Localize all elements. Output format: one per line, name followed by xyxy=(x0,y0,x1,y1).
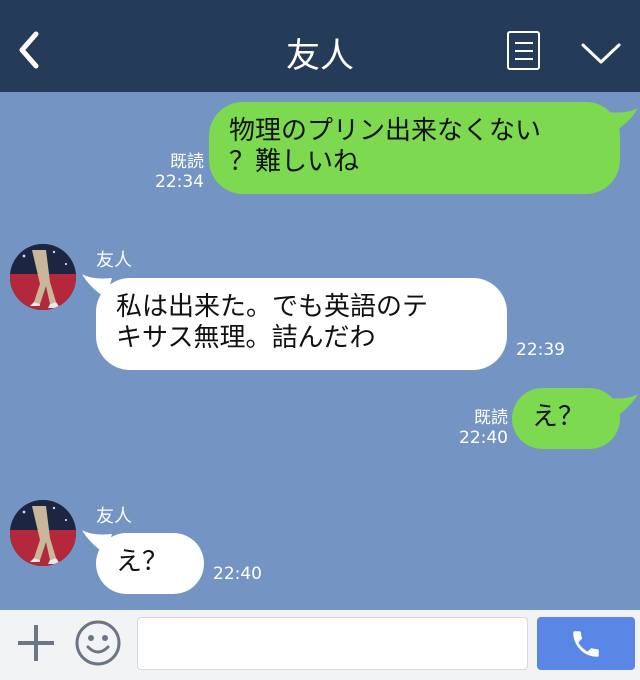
chat-title: 友人 xyxy=(286,36,354,76)
message-time: 22:40 xyxy=(213,564,262,584)
avatar-image xyxy=(10,500,76,566)
plus-icon[interactable] xyxy=(16,623,56,663)
bubble-tail xyxy=(606,394,638,418)
message-input[interactable] xyxy=(137,617,528,670)
sender-name: 友人 xyxy=(96,250,132,271)
avatar[interactable] xyxy=(10,500,76,566)
phone-icon xyxy=(573,631,599,657)
chat-header: 友人 xyxy=(0,0,640,92)
document-icon[interactable] xyxy=(507,31,540,70)
message-time: 22:40 xyxy=(459,428,508,448)
avatar[interactable] xyxy=(10,244,76,310)
message-bubble-incoming[interactable]: 私は出来た。でも英語のテ キサス無理。詰んだわ xyxy=(96,278,507,370)
chat-screen: 友人 既読 22:34 物理のプリン出来なくない ？難しいね 友人 私は出来た。… xyxy=(0,0,640,680)
message-time: 22:34 xyxy=(155,172,204,192)
avatar-image xyxy=(10,244,76,310)
call-button[interactable] xyxy=(537,617,635,670)
message-time: 22:39 xyxy=(516,340,565,360)
message-bubble-outgoing[interactable]: え？ xyxy=(512,388,620,449)
read-receipt: 既読 22:34 xyxy=(140,152,204,192)
chevron-down-icon[interactable] xyxy=(580,42,622,66)
sender-name: 友人 xyxy=(96,506,132,527)
read-receipt: 既読 22:40 xyxy=(440,408,508,448)
bubble-tail xyxy=(606,108,638,132)
message-list[interactable]: 既読 22:34 物理のプリン出来なくない ？難しいね 友人 私は出来た。でも英… xyxy=(0,92,640,610)
message-bubble-outgoing[interactable]: 物理のプリン出来なくない ？難しいね xyxy=(209,102,620,194)
message-bubble-incoming[interactable]: え？ xyxy=(96,533,204,594)
emoji-icon[interactable] xyxy=(75,620,121,666)
